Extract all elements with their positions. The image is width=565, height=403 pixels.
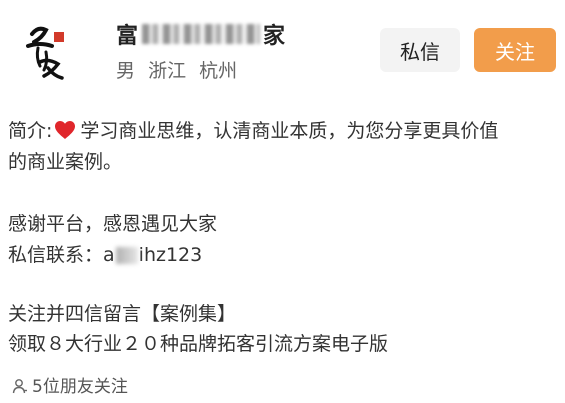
gender-label: 男 (116, 60, 136, 82)
contact-prefix: a (103, 244, 115, 266)
profile-meta: 男 浙江 杭州 (116, 56, 244, 83)
bio-label: 简介: (8, 120, 53, 142)
profile-name: 富家 (116, 18, 286, 49)
bio-contact-line: 私信联系：a ihz123 (8, 240, 202, 267)
avatar[interactable] (18, 12, 96, 86)
bio-line-5: 关注并四信留言【案例集】 (8, 303, 237, 325)
friends-following-text: 5位朋友关注 (32, 377, 128, 397)
profile-header: 富家 男 浙江 杭州 私信 关注 (0, 0, 565, 100)
profile-name-first: 富 (116, 24, 140, 49)
bio-line-1: 简介: 学习商业思维，认清商业本质，为您分享更具价值 (8, 116, 498, 143)
bio-line-6: 领取８大行业２０种品牌拓客引流方案电子版 (8, 333, 389, 355)
calligraphy-avatar-icon (26, 26, 64, 80)
name-redacted-blur (142, 24, 261, 44)
profile-name-last: 家 (263, 24, 287, 49)
city-label: 杭州 (199, 60, 238, 82)
bio-line-2: 的商业案例。 (8, 151, 123, 173)
bio-line-1-text: 学习商业思维，认清商业本质，为您分享更具价值 (80, 120, 499, 142)
red-heart-icon (54, 120, 76, 140)
contact-suffix: ihz123 (138, 244, 203, 266)
contact-label: 私信联系： (8, 244, 104, 266)
person-icon (12, 378, 28, 394)
contact-redacted-blur (115, 247, 138, 264)
follow-button[interactable]: 关注 (474, 28, 556, 72)
friends-following[interactable]: 5位朋友关注 (12, 372, 128, 397)
province-label: 浙江 (148, 60, 187, 82)
bio-line-3: 感谢平台，感恩遇见大家 (8, 213, 218, 235)
message-button[interactable]: 私信 (380, 28, 460, 72)
